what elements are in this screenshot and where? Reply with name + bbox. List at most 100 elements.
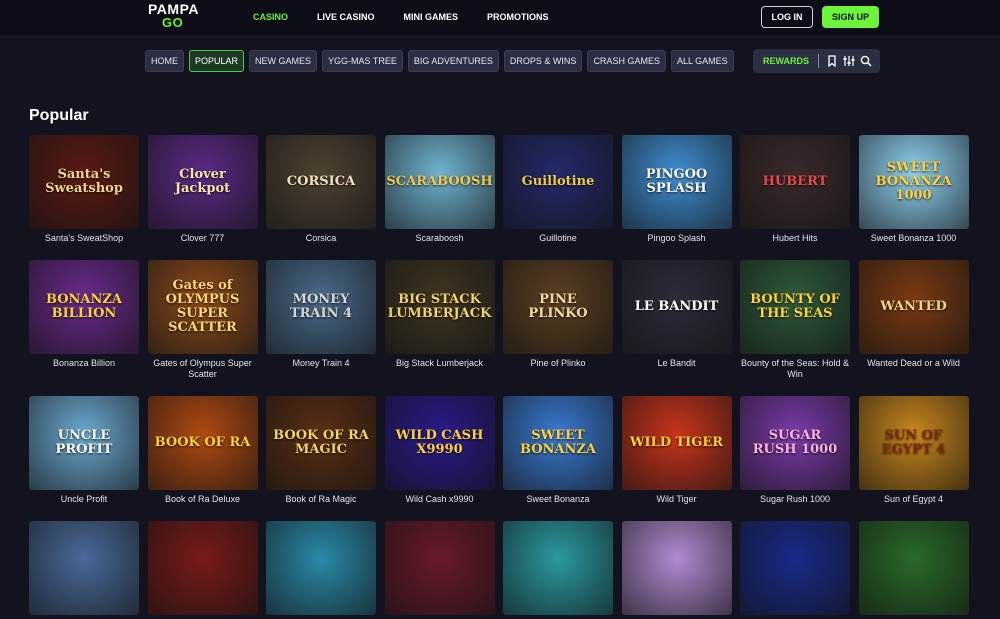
game-thumbnail[interactable]: SWEET BONANZA 1000: [858, 135, 969, 229]
game-thumbnail[interactable]: WANTED: [858, 260, 969, 354]
game-thumbnail[interactable]: [858, 521, 969, 615]
game-thumbnail[interactable]: UNCLE PROFIT: [29, 396, 139, 490]
game-thumbnail[interactable]: SUGAR RUSH 1000: [740, 396, 850, 490]
bookmark-icon[interactable]: [826, 55, 838, 67]
game-logo-art: Santa's Sweatshop: [45, 167, 123, 196]
game-thumbnail[interactable]: [384, 521, 495, 615]
game-tile[interactable]: [29, 521, 139, 619]
game-tile[interactable]: SUGAR RUSH 1000 Sugar Rush 1000: [740, 396, 850, 505]
game-thumbnail[interactable]: Guillotine: [503, 135, 613, 229]
game-tile[interactable]: Gates of OLYMPUS SUPER SCATTER Gates of O…: [147, 260, 258, 380]
game-thumbnail[interactable]: BONANZA BILLION: [29, 260, 139, 354]
nav-mini-games[interactable]: MINI GAMES: [404, 12, 459, 22]
logo[interactable]: PAMPA GO: [148, 2, 198, 32]
game-title: Bonanza Billion: [52, 358, 116, 368]
game-tile[interactable]: WILD TIGER Wild Tiger: [621, 396, 732, 505]
game-thumbnail[interactable]: Gates of OLYMPUS SUPER SCATTER: [147, 260, 258, 354]
game-tile[interactable]: BOOK OF RA MAGIC Book of Ra Magic: [266, 396, 376, 505]
game-logo-art: Gates of OLYMPUS SUPER SCATTER: [165, 278, 240, 335]
game-tile[interactable]: SWEET BONANZA 1000 Sweet Bonanza 1000: [858, 135, 969, 244]
game-thumbnail[interactable]: [621, 521, 732, 615]
game-tile[interactable]: Clover Jackpot Clover 777: [147, 135, 258, 244]
game-tile[interactable]: MONEY TRAIN 4 Money Train 4: [266, 260, 376, 369]
game-thumbnail[interactable]: Clover Jackpot: [147, 135, 258, 229]
search-icon[interactable]: [860, 55, 872, 67]
game-logo-art: Guillotine: [521, 174, 595, 189]
game-logo-art: BOOK OF RA MAGIC: [273, 428, 369, 457]
game-tile[interactable]: SUN OF EGYPT 4 Sun of Egypt 4: [858, 396, 969, 505]
game-tile[interactable]: UNCLE PROFIT Uncle Profit: [29, 396, 139, 505]
section-title: Popular: [29, 107, 89, 124]
game-tile[interactable]: PINGOO SPLASH Pingoo Splash: [621, 135, 732, 244]
tab-crash-games[interactable]: CRASH GAMES: [587, 50, 666, 72]
game-tile[interactable]: [147, 521, 258, 619]
game-tile[interactable]: PINE PLINKO Pine of Plinko: [503, 260, 613, 369]
game-thumbnail[interactable]: MONEY TRAIN 4: [266, 260, 376, 354]
game-logo-art: BIG STACK LUMBERJACK: [387, 292, 492, 321]
game-tile[interactable]: HUBERT Hubert Hits: [740, 135, 850, 244]
game-title: Book of Ra Magic: [285, 494, 357, 504]
game-title: Pine of Plinko: [530, 358, 586, 368]
tab-all-games[interactable]: ALL GAMES: [670, 50, 734, 72]
game-logo-art: SWEET BONANZA: [520, 428, 596, 457]
game-thumbnail[interactable]: LE BANDIT: [621, 260, 732, 354]
game-thumbnail[interactable]: BOOK OF RA: [147, 396, 258, 490]
game-thumbnail[interactable]: [147, 521, 258, 615]
game-tile[interactable]: WILD CASH X9990 Wild Cash x9990: [384, 396, 495, 505]
tab-ygg-mas-tree[interactable]: YGG-MAS TREE: [322, 50, 403, 72]
game-tile[interactable]: [266, 521, 376, 619]
game-tile[interactable]: [740, 521, 850, 619]
game-title: Bounty of the Seas: Hold & Win: [740, 358, 850, 379]
game-tile[interactable]: [503, 521, 613, 619]
game-thumbnail[interactable]: BOUNTY OF THE SEAS: [740, 260, 850, 354]
game-tile[interactable]: [621, 521, 732, 619]
top-bar: PAMPA GO CASINO LIVE CASINO MINI GAMES P…: [0, 0, 1000, 37]
rewards-button[interactable]: REWARDS: [763, 56, 809, 66]
game-tile[interactable]: BONANZA BILLION Bonanza Billion: [29, 260, 139, 369]
game-thumbnail[interactable]: CORSICA: [266, 135, 376, 229]
tab-home[interactable]: HOME: [145, 50, 184, 72]
game-tile[interactable]: WANTED Wanted Dead or a Wild: [858, 260, 969, 369]
game-thumbnail[interactable]: Santa's Sweatshop: [29, 135, 139, 229]
game-thumbnail[interactable]: WILD CASH X9990: [384, 396, 495, 490]
game-thumbnail[interactable]: SWEET BONANZA: [503, 396, 613, 490]
game-thumbnail[interactable]: SCARABOOSH: [384, 135, 495, 229]
tab-big-adventures[interactable]: BIG ADVENTURES: [407, 50, 499, 72]
game-thumbnail[interactable]: PINGOO SPLASH: [621, 135, 732, 229]
game-title: Corsica: [305, 233, 337, 243]
game-tile[interactable]: SCARABOOSH Scaraboosh: [384, 135, 495, 244]
tab-popular[interactable]: POPULAR: [189, 50, 245, 72]
nav-promotions[interactable]: PROMOTIONS: [487, 12, 549, 22]
game-tile[interactable]: SWEET BONANZA Sweet Bonanza: [503, 396, 613, 505]
signup-button[interactable]: SIGN UP: [822, 6, 879, 28]
game-tile[interactable]: Santa's Sweatshop Santa's SweatShop: [29, 135, 139, 244]
game-tile[interactable]: BOUNTY OF THE SEAS Bounty of the Seas: Ho…: [740, 260, 850, 380]
game-logo-art: HUBERT: [762, 174, 828, 189]
game-thumbnail[interactable]: [29, 521, 139, 615]
game-tile[interactable]: [384, 521, 495, 619]
game-tile[interactable]: BOOK OF RA Book of Ra Deluxe: [147, 396, 258, 505]
game-tile[interactable]: [858, 521, 969, 619]
game-title: Le Bandit: [657, 358, 696, 368]
game-thumbnail[interactable]: PINE PLINKO: [503, 260, 613, 354]
game-thumbnail[interactable]: [503, 521, 613, 615]
filter-sliders-icon[interactable]: [843, 55, 855, 67]
tab-new-games[interactable]: NEW GAMES: [249, 50, 318, 72]
game-thumbnail[interactable]: [266, 521, 376, 615]
game-thumbnail[interactable]: WILD TIGER: [621, 396, 732, 490]
tab-drops-wins[interactable]: DROPS & WINS: [503, 50, 583, 72]
game-tile[interactable]: BIG STACK LUMBERJACK Big Stack Lumberjack: [384, 260, 495, 369]
game-title: Santa's SweatShop: [44, 233, 124, 243]
nav-live-casino[interactable]: LIVE CASINO: [317, 12, 375, 22]
game-tile[interactable]: LE BANDIT Le Bandit: [621, 260, 732, 369]
game-logo-art: BOUNTY OF THE SEAS: [750, 292, 840, 321]
game-thumbnail[interactable]: BOOK OF RA MAGIC: [266, 396, 376, 490]
game-tile[interactable]: CORSICA Corsica: [266, 135, 376, 244]
nav-casino[interactable]: CASINO: [253, 12, 288, 22]
login-button[interactable]: LOG IN: [761, 6, 813, 28]
game-thumbnail[interactable]: [740, 521, 850, 615]
game-thumbnail[interactable]: SUN OF EGYPT 4: [858, 396, 969, 490]
game-thumbnail[interactable]: HUBERT: [740, 135, 850, 229]
game-tile[interactable]: Guillotine Guillotine: [503, 135, 613, 244]
game-thumbnail[interactable]: BIG STACK LUMBERJACK: [384, 260, 495, 354]
